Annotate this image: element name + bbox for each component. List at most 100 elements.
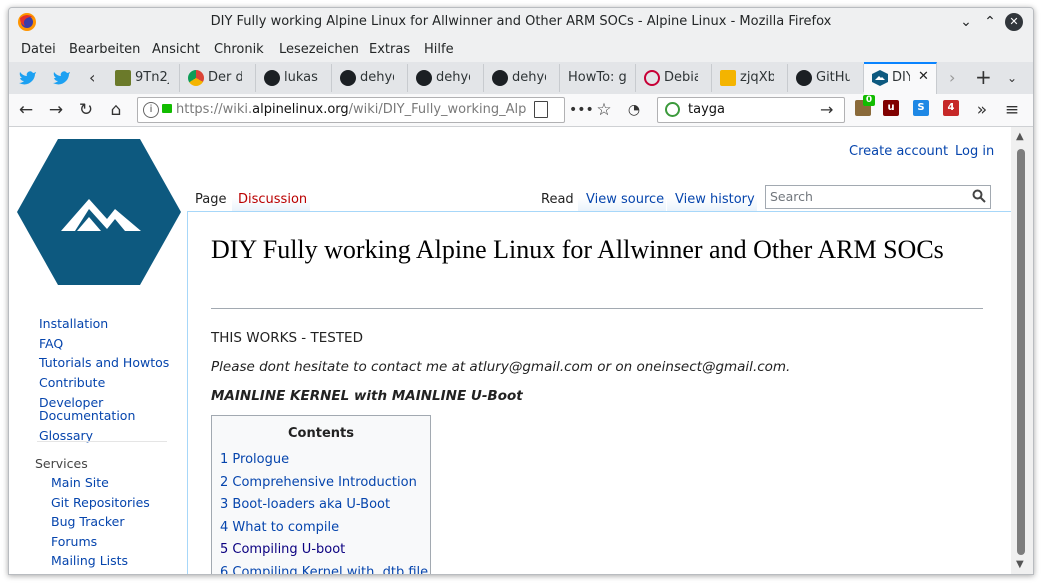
reload-button[interactable]: ↻ (75, 99, 97, 121)
sidebar-link-git[interactable]: Git Repositories (51, 495, 150, 510)
tab-view-history[interactable]: View history (667, 177, 757, 211)
overflow-menu-button[interactable]: » (971, 99, 993, 121)
tab[interactable]: HowTo: g (560, 64, 636, 92)
sidebar-link-faq[interactable]: FAQ (39, 336, 63, 351)
menu-datei[interactable]: Datei (21, 42, 56, 57)
rss-icon[interactable]: ◔ (623, 99, 645, 121)
scroll-up-icon[interactable]: ▲ (1016, 131, 1024, 142)
menu-chronik[interactable]: Chronik (214, 42, 264, 57)
menu-bearbeiten[interactable]: Bearbeiten (69, 42, 140, 57)
tab[interactable]: dehyd (484, 64, 560, 92)
maximize-button[interactable]: ⌃ (981, 13, 999, 31)
vertical-scrollbar[interactable]: ▲ ▼ (1011, 127, 1033, 574)
browser-window: DIY Fully working Alpine Linux for Allwi… (8, 7, 1034, 575)
sidebar-link-installation[interactable]: Installation (39, 316, 108, 331)
paragraph-contact: Please dont hesitate to contact me at at… (211, 359, 791, 375)
extension-s-icon[interactable]: S (913, 100, 929, 116)
close-tab-icon[interactable]: ✕ (918, 69, 929, 84)
create-account-link[interactable]: Create account (849, 144, 948, 159)
search-icon[interactable] (972, 189, 986, 203)
tab-read[interactable]: Read (537, 177, 577, 211)
github-icon (796, 70, 812, 86)
tab[interactable]: dehyd (332, 64, 408, 92)
tab-active[interactable]: DIY ✕ (864, 62, 937, 94)
menu-extras[interactable]: Extras (369, 42, 410, 57)
extension-red-icon[interactable]: 4 (943, 100, 959, 116)
scroll-down-icon[interactable]: ▼ (1016, 559, 1024, 570)
chrome-icon (188, 70, 204, 86)
page-actions-icon[interactable]: ••• (569, 99, 594, 121)
toc-item[interactable]: 4 What to compile (220, 520, 339, 535)
extension-badge: 0 (863, 95, 875, 106)
ublock-icon[interactable]: u (883, 100, 899, 116)
github-icon (416, 70, 432, 86)
navigation-bar: ← → ↻ ⌂ i https://wiki.alpinelinux.org/w… (9, 94, 1033, 127)
article-top-border (187, 211, 1011, 212)
hamburger-menu-button[interactable]: ≡ (1001, 99, 1023, 121)
sidebar-divider (37, 441, 167, 442)
paragraph-heading: MAINLINE KERNEL with MAINLINE U-Boot (211, 388, 523, 404)
tab-discussion[interactable]: Discussion (232, 177, 310, 211)
sidebar-link-contribute[interactable]: Contribute (39, 375, 105, 390)
sidebar-link-bug-tracker[interactable]: Bug Tracker (51, 514, 125, 529)
back-button[interactable]: ← (15, 99, 37, 121)
wiki-search-input[interactable]: Search (765, 185, 991, 209)
search-bar[interactable]: tayga → (657, 97, 845, 123)
url-bar[interactable]: i https://wiki.alpinelinux.org/wiki/DIY_… (137, 97, 565, 123)
sidebar-link-documentation[interactable]: Documentation (39, 408, 135, 423)
sidebar-link-mailing-lists[interactable]: Mailing Lists (51, 553, 128, 568)
sidebar: Installation FAQ Tutorials and Howtos Co… (9, 127, 187, 574)
sidebar-link-tutorials[interactable]: Tutorials and Howtos (39, 355, 169, 370)
scrollbar-thumb[interactable] (1017, 149, 1025, 555)
forward-button[interactable]: → (45, 99, 67, 121)
toc-item[interactable]: 2 Comprehensive Introduction (220, 475, 417, 490)
toc-title: Contents (288, 426, 354, 441)
toc-item[interactable]: 6 Compiling Kernel with .dtb file (220, 565, 428, 574)
tab[interactable]: dehyd (408, 64, 484, 92)
menu-bar: Datei Bearbeiten Ansicht Chronik Lesezei… (9, 36, 1033, 62)
login-link[interactable]: Log in (955, 144, 994, 159)
paragraph-status: THIS WORKS - TESTED (211, 330, 363, 346)
page-title: DIY Fully working Alpine Linux for Allwi… (211, 235, 944, 264)
table-of-contents: Contents 1 Prologue 2 Comprehensive Intr… (211, 415, 431, 574)
toc-item[interactable]: 5 Compiling U-boot (220, 542, 345, 557)
tab[interactable]: 9Tn2j (107, 64, 180, 92)
search-icon (665, 102, 680, 117)
github-icon (492, 70, 508, 86)
github-icon (264, 70, 280, 86)
tab[interactable]: GitHu (788, 64, 864, 92)
home-button[interactable]: ⌂ (105, 99, 127, 121)
sidebar-link-main-site[interactable]: Main Site (51, 475, 109, 490)
close-window-button[interactable]: ✕ (1005, 13, 1023, 31)
toc-item[interactable]: 1 Prologue (220, 452, 289, 467)
minimize-button[interactable]: ⌄ (957, 13, 975, 31)
tab[interactable]: Der d (180, 64, 256, 92)
chat-icon (720, 70, 736, 86)
menu-lesezeichen[interactable]: Lesezeichen (279, 42, 359, 57)
tab[interactable]: Debia (636, 64, 712, 92)
article-left-border (187, 211, 188, 574)
tabs-scroll-left-button[interactable]: ‹ (89, 68, 95, 87)
search-go-icon[interactable]: → (820, 100, 833, 119)
toc-item[interactable]: 3 Boot-loaders aka U-Boot (220, 497, 390, 512)
twitter-icon[interactable] (53, 70, 71, 86)
menu-ansicht[interactable]: Ansicht (152, 42, 200, 57)
tab-page[interactable]: Page (191, 177, 231, 211)
new-tab-button[interactable]: + (975, 65, 992, 89)
reader-view-icon[interactable] (534, 101, 548, 118)
title-underline (211, 308, 983, 309)
tab-view-source[interactable]: View source (578, 177, 666, 211)
url-text[interactable]: https://wiki.alpinelinux.org/wiki/DIY_Fu… (176, 102, 526, 117)
twitter-icon[interactable] (19, 70, 37, 86)
window-title: DIY Fully working Alpine Linux for Allwi… (210, 14, 832, 29)
menu-hilfe[interactable]: Hilfe (424, 42, 454, 57)
tabs-scroll-right-button[interactable]: › (949, 68, 955, 87)
bookmark-star-icon[interactable]: ☆ (593, 99, 615, 121)
alpine-icon (872, 70, 888, 86)
tab[interactable]: zjqXb (712, 64, 788, 92)
list-tabs-button[interactable]: ⌄ (1007, 71, 1017, 85)
sidebar-link-forums[interactable]: Forums (51, 534, 97, 549)
tab[interactable]: lukas (256, 64, 332, 92)
info-icon[interactable]: i (143, 102, 159, 118)
lock-icon[interactable] (162, 104, 172, 113)
